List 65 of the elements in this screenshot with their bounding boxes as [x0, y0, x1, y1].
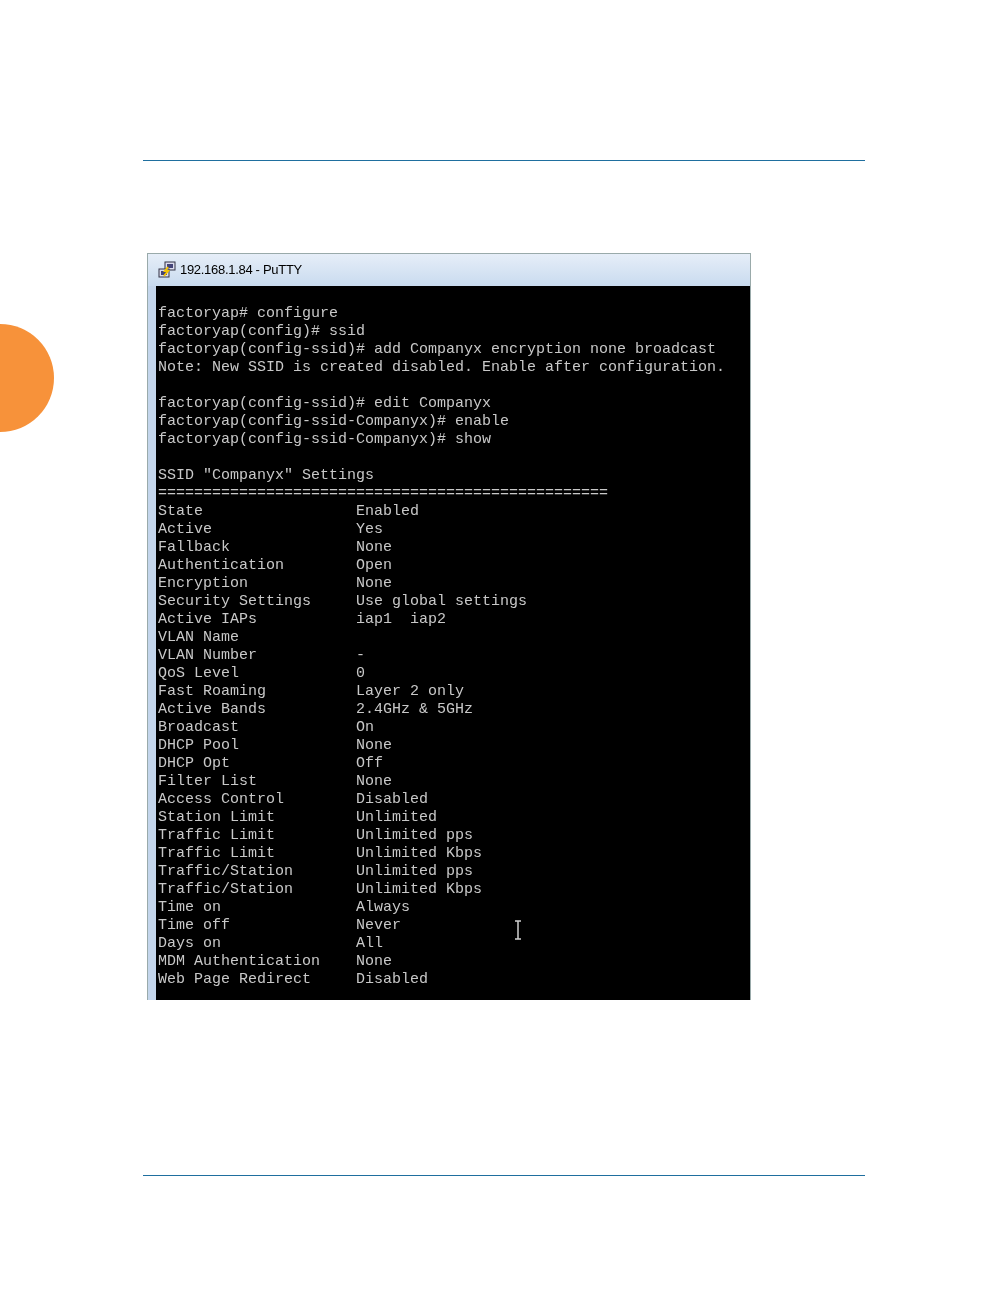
- terminal-line: factoryap(config-ssid-Companyx)# enable: [158, 413, 511, 431]
- terminal-line: SSID "Companyx" Settings: [158, 467, 376, 485]
- setting-value: Enabled: [356, 503, 420, 521]
- setting-label: Active Bands: [158, 701, 268, 719]
- setting-label: Traffic Limit: [158, 845, 277, 863]
- window-title: 192.168.1.84 - PuTTY: [180, 261, 302, 280]
- setting-label: Authentication: [158, 557, 286, 575]
- terminal-line: factoryap# configure: [158, 305, 340, 323]
- setting-value: Unlimited: [356, 809, 438, 827]
- separator-line: ==================================================: [158, 485, 610, 503]
- setting-value: Unlimited Kbps: [356, 845, 483, 863]
- setting-value: Never: [356, 917, 402, 935]
- setting-label: Active: [158, 521, 213, 539]
- setting-value: -: [356, 647, 366, 665]
- setting-value: None: [356, 575, 393, 593]
- setting-value: Unlimited pps: [356, 827, 474, 845]
- setting-label: Encryption: [158, 575, 249, 593]
- setting-label: Fast Roaming: [158, 683, 268, 701]
- setting-label: Fallback: [158, 539, 231, 557]
- setting-value: Yes: [356, 521, 384, 539]
- setting-value: Use global settings: [356, 593, 528, 611]
- setting-label: Station Limit: [158, 809, 277, 827]
- setting-value: Disabled: [356, 971, 429, 989]
- setting-label: Security Settings: [158, 593, 313, 611]
- terminal-line: factoryap(config-ssid)# add Companyx encryption none broadcast: [158, 341, 718, 359]
- setting-label: DHCP Opt: [158, 755, 231, 773]
- setting-label: Days on: [158, 935, 222, 953]
- setting-value: Always: [356, 899, 411, 917]
- setting-value: Open: [356, 557, 393, 575]
- text-cursor-icon: [514, 920, 522, 940]
- terminal-line: factoryap(config)# ssid: [158, 323, 367, 341]
- setting-label: MDM Authentication: [158, 953, 322, 971]
- setting-label: Web Page Redirect: [158, 971, 313, 989]
- setting-value: Disabled: [356, 791, 429, 809]
- setting-value: None: [356, 737, 393, 755]
- setting-label: Active IAPs: [158, 611, 259, 629]
- setting-value: 2.4GHz & 5GHz: [356, 701, 474, 719]
- setting-value: On: [356, 719, 375, 737]
- setting-label: VLAN Name: [158, 629, 240, 647]
- setting-value: Unlimited Kbps: [356, 881, 483, 899]
- setting-label: VLAN Number: [158, 647, 259, 665]
- setting-label: Time off: [158, 917, 231, 935]
- terminal-line: factoryap(config-ssid)# edit Companyx: [158, 395, 493, 413]
- setting-value: None: [356, 773, 393, 791]
- setting-label: Traffic/Station: [158, 863, 295, 881]
- setting-label: Traffic/Station: [158, 881, 295, 899]
- terminal-line: factoryap(config-ssid-Companyx)# show: [158, 431, 493, 449]
- setting-label: Filter List: [158, 773, 259, 791]
- setting-value: 0: [356, 665, 366, 683]
- setting-label: DHCP Pool: [158, 737, 240, 755]
- setting-label: QoS Level: [158, 665, 240, 683]
- setting-value: None: [356, 953, 393, 971]
- setting-label: Traffic Limit: [158, 827, 277, 845]
- setting-value: Off: [356, 755, 384, 773]
- setting-label: Broadcast: [158, 719, 240, 737]
- setting-value: All: [356, 935, 384, 953]
- setting-value: iap1 iap2: [356, 611, 447, 629]
- terminal-line: Note: New SSID is created disabled. Enable after configuration.: [158, 359, 727, 377]
- setting-label: State: [158, 503, 204, 521]
- computers-icon: [158, 261, 176, 279]
- setting-label: Access Control: [158, 791, 286, 809]
- setting-label: Time on: [158, 899, 222, 917]
- setting-value: None: [356, 539, 393, 557]
- setting-value: Layer 2 only: [356, 683, 465, 701]
- setting-value: Unlimited pps: [356, 863, 474, 881]
